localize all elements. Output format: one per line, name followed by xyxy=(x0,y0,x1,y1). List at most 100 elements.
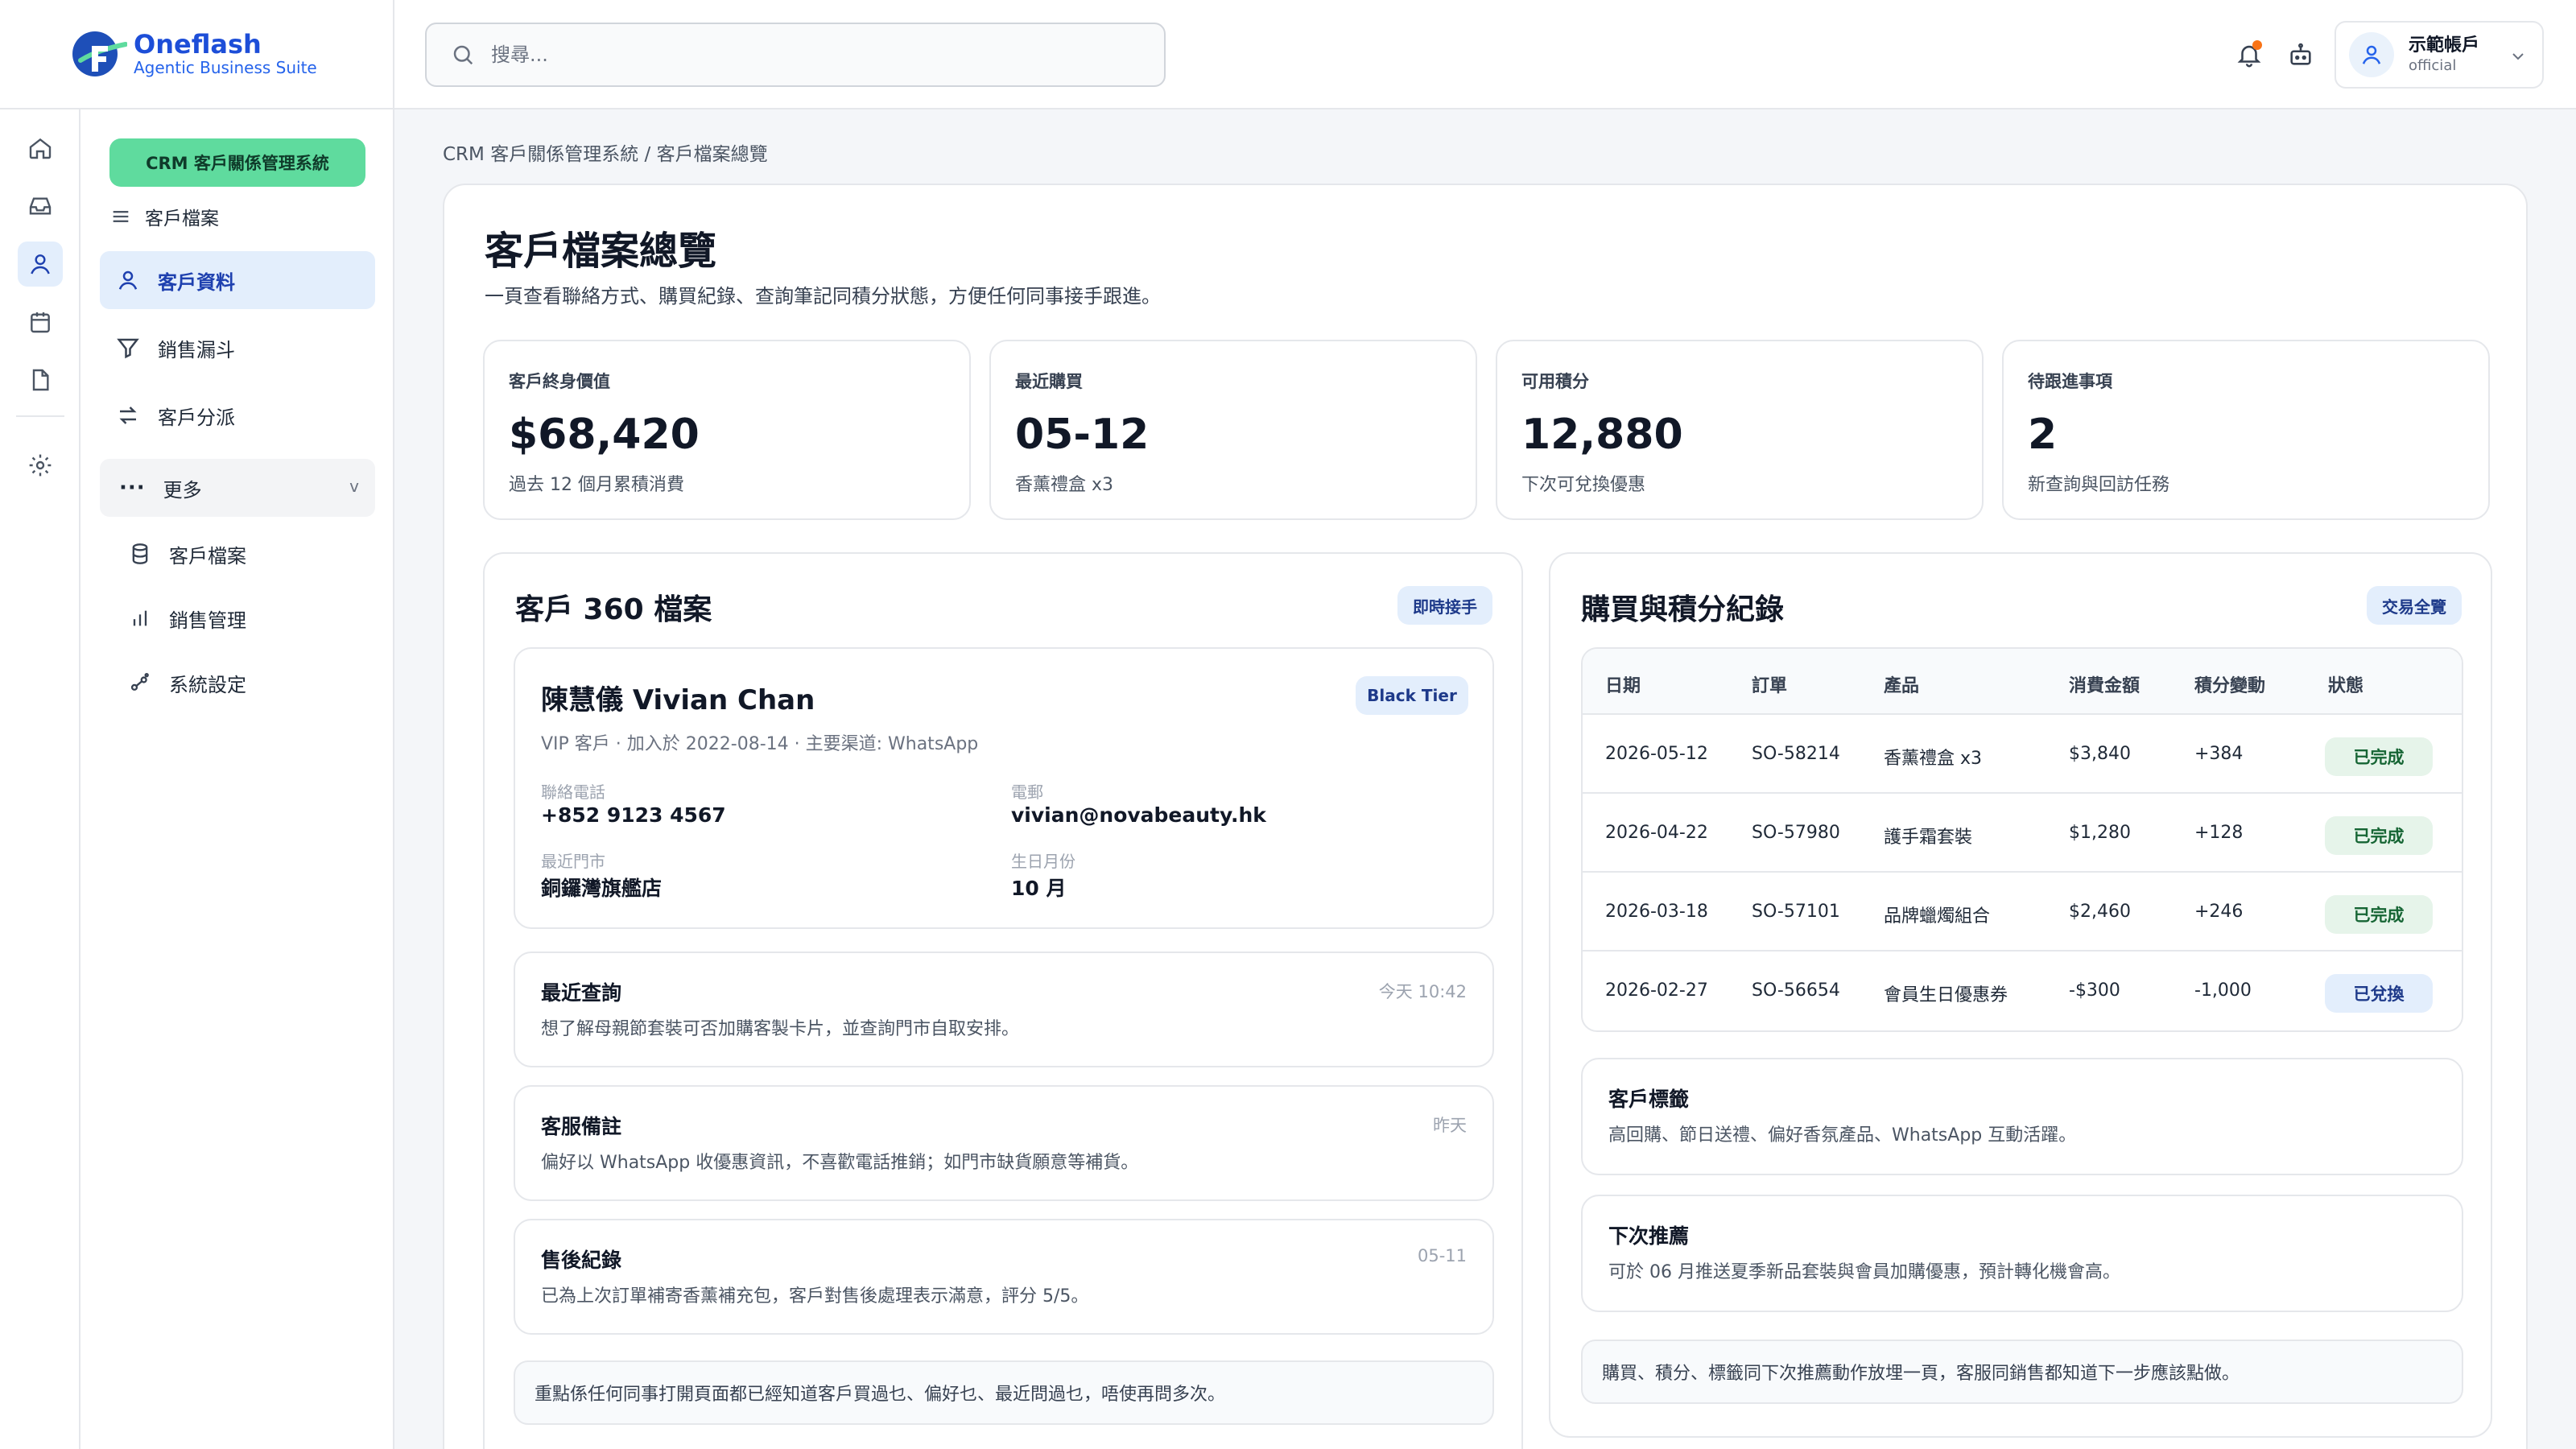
account-menu[interactable]: 示範帳戶 official xyxy=(2334,21,2544,89)
tier-badge: Black Tier xyxy=(1356,676,1468,715)
rail-documents[interactable] xyxy=(18,357,63,402)
sidebar-subitem-label: 系統設定 xyxy=(169,673,246,696)
kpi-value: 12,880 xyxy=(1521,411,1683,459)
kpi-card-points: 可用積分 12,880 下次可兌換優惠 xyxy=(1496,340,1984,520)
ai-assistant-button[interactable] xyxy=(2280,34,2322,76)
funnel-icon xyxy=(117,338,139,359)
next-body: 可於 06 月推送夏季新品套裝與會員加購優惠，預計轉化機會高。 xyxy=(1608,1262,2120,1282)
gear-icon xyxy=(29,454,52,477)
kpi-label: 客戶終身價值 xyxy=(509,372,610,391)
status-badge: 已完成 xyxy=(2325,816,2433,855)
table-row[interactable]: 2026-02-27 SO-56654 會員生日優惠券 -$300 -1,000… xyxy=(1583,952,2462,1030)
status-badge: 已完成 xyxy=(2325,737,2433,776)
rail-inbox[interactable] xyxy=(18,184,63,229)
account-name: 示範帳戶 xyxy=(2409,35,2480,56)
phone-value[interactable]: +852 9123 4567 xyxy=(541,803,726,827)
note-recent-inquiry[interactable]: 最近查詢 今天 10:42 想了解母親節套裝可否加購客製卡片，並查詢門市自取安排… xyxy=(514,952,1494,1067)
brand-name: Oneflash xyxy=(134,29,262,60)
tags-title: 客戶標籤 xyxy=(1608,1088,1690,1111)
status-badge: 已完成 xyxy=(2325,895,2433,934)
settings-nodes-icon xyxy=(130,672,149,691)
sidebar-subitem-customer-files[interactable]: 客戶檔案 xyxy=(129,530,246,578)
kpi-value: 2 xyxy=(2028,411,2058,459)
crm-module-badge[interactable]: CRM 客戶關係管理系統 xyxy=(109,138,365,187)
oneflash-logo-icon xyxy=(69,28,128,80)
main-panel: 客戶檔案總覽 一頁查看聯絡方式、購買紀錄、查詢筆記同積分狀態，方便任何同事接手跟… xyxy=(443,184,2528,1449)
transactions-overview-badge[interactable]: 交易全覽 xyxy=(2367,586,2462,625)
avatar xyxy=(2349,32,2394,77)
top-bar: 示範帳戶 official xyxy=(394,0,2576,109)
sidebar-subitem-label: 銷售管理 xyxy=(169,609,246,632)
kpi-label: 可用積分 xyxy=(1521,372,1589,391)
kpi-card-lifetime-value: 客戶終身價值 $68,420 過去 12 個月累積消費 xyxy=(483,340,971,520)
document-icon xyxy=(32,369,49,391)
live-takeover-badge[interactable]: 即時接手 xyxy=(1397,586,1492,625)
customer-name: 陳慧儀 Vivian Chan xyxy=(541,684,815,716)
inbox-icon xyxy=(29,197,52,215)
note-service-remark[interactable]: 客服備註 昨天 偏好以 WhatsApp 收優惠資訊，不喜歡電話推銷；如門市缺貨… xyxy=(514,1085,1494,1201)
notification-button[interactable] xyxy=(2228,34,2270,76)
cell-order[interactable]: SO-57980 xyxy=(1752,823,1840,843)
calendar-icon xyxy=(31,312,50,333)
more-dots-icon: ··· xyxy=(119,476,146,500)
brand-logo-area[interactable]: Oneflash Agentic Business Suite xyxy=(0,0,394,109)
cell-date: 2026-03-18 xyxy=(1605,902,1708,922)
column-header-order: 訂單 xyxy=(1752,676,1788,696)
rail-divider xyxy=(16,415,64,417)
search-input[interactable] xyxy=(491,43,1119,66)
note-after-sales[interactable]: 售後紀錄 05-11 已為上次訂單補寄香薰補充包，客戶對售後處理表示滿意，評分 … xyxy=(514,1219,1494,1335)
sidebar-nav: CRM 客戶關係管理系統 客戶檔案 客戶資料 銷售漏斗 客戶分派 ··· 更多 … xyxy=(80,109,394,1449)
note-body: 已為上次訂單補寄香薰補充包，客戶對售後處理表示滿意，評分 5/5。 xyxy=(541,1286,1089,1307)
account-sub: official xyxy=(2409,57,2457,74)
status-badge: 已兌換 xyxy=(2325,974,2433,1013)
home-icon xyxy=(29,138,52,159)
cell-points: +246 xyxy=(2194,902,2244,922)
customer-meta: VIP 客戶 · 加入於 2022-08-14 · 主要渠道: WhatsApp xyxy=(541,734,979,754)
kpi-note: 過去 12 個月累積消費 xyxy=(509,475,684,495)
sidebar-item-sales-funnel[interactable]: 銷售漏斗 xyxy=(100,319,375,377)
customer-profile: 陳慧儀 Vivian Chan Black Tier VIP 客戶 · 加入於 … xyxy=(514,647,1494,929)
note-body: 偏好以 WhatsApp 收優惠資訊，不喜歡電話推銷；如門市缺貨願意等補貨。 xyxy=(541,1153,1139,1173)
breadcrumb: CRM 客戶關係管理系統 / 客戶檔案總覽 xyxy=(443,144,768,165)
cell-product: 香薰禮盒 x3 xyxy=(1884,749,1983,769)
table-header: 日期 訂單 產品 消費金額 積分變動 狀態 xyxy=(1583,649,2462,715)
sidebar-subitem-settings[interactable]: 系統設定 xyxy=(129,658,246,707)
column-header-points: 積分變動 xyxy=(2194,676,2266,696)
table-row[interactable]: 2026-04-22 SO-57980 護手霜套裝 $1,280 +128 已完… xyxy=(1583,794,2462,873)
purchase-hint: 購買、積分、標籤同下次推薦動作放埋一頁，客服同銷售都知道下一步應該點做。 xyxy=(1581,1340,2463,1404)
sidebar-subitem-label: 客戶檔案 xyxy=(169,544,246,568)
cell-amount: -$300 xyxy=(2069,980,2120,1001)
column-header-product: 產品 xyxy=(1884,676,1920,696)
customer-tags-card: 客戶標籤 高回購、節日送禮、偏好香氛產品、WhatsApp 互動活躍。 xyxy=(1581,1058,2463,1175)
kpi-note: 下次可兌換優惠 xyxy=(1521,475,1646,495)
table-row[interactable]: 2026-03-18 SO-57101 品牌蠟燭組合 $2,460 +246 已… xyxy=(1583,873,2462,952)
email-value[interactable]: vivian@novabeauty.hk xyxy=(1011,803,1266,827)
cell-order[interactable]: SO-56654 xyxy=(1752,980,1840,1001)
swap-icon xyxy=(119,407,137,424)
search-box[interactable] xyxy=(425,23,1166,87)
rail-settings[interactable] xyxy=(18,443,63,488)
rail-home[interactable] xyxy=(18,126,63,171)
cell-product: 品牌蠟燭組合 xyxy=(1884,906,1991,927)
sidebar-more-toggle[interactable]: ··· 更多 v xyxy=(100,459,375,517)
search-icon xyxy=(453,45,473,65)
table-row[interactable]: 2026-05-12 SO-58214 香薰禮盒 x3 $3,840 +384 … xyxy=(1583,715,2462,794)
rail-calendar[interactable] xyxy=(18,299,63,345)
rail-customers[interactable] xyxy=(18,242,63,287)
note-body: 想了解母親節套裝可否加購客製卡片，並查詢門市自取安排。 xyxy=(541,1019,1020,1039)
cell-order[interactable]: SO-57101 xyxy=(1752,902,1840,922)
sidebar-item-customer-data[interactable]: 客戶資料 xyxy=(100,251,375,309)
bar-chart-icon xyxy=(133,610,147,626)
cell-points: -1,000 xyxy=(2194,980,2252,1001)
cell-order[interactable]: SO-58214 xyxy=(1752,744,1840,764)
sidebar-item-customer-assign[interactable]: 客戶分派 xyxy=(100,386,375,444)
kpi-note: 香薰禮盒 x3 xyxy=(1015,475,1114,495)
cell-date: 2026-05-12 xyxy=(1605,744,1708,764)
sidebar-item-label: 客戶分派 xyxy=(158,406,235,429)
cell-date: 2026-04-22 xyxy=(1605,823,1708,843)
note-time: 今天 10:42 xyxy=(1378,982,1467,1001)
sidebar-subitem-sales-mgmt[interactable]: 銷售管理 xyxy=(129,594,246,642)
cell-amount: $1,280 xyxy=(2069,823,2131,843)
page-title: 客戶檔案總覽 xyxy=(485,229,717,274)
birthday-value: 10 月 xyxy=(1011,877,1067,900)
